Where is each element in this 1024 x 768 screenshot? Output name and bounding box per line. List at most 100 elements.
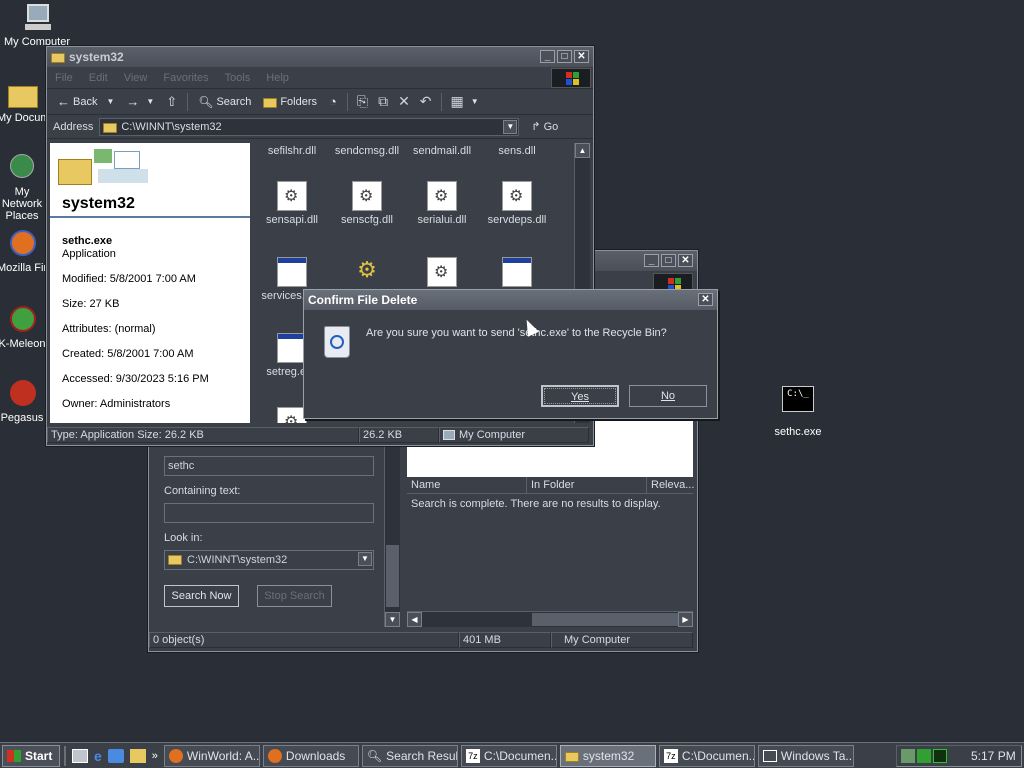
chevron-down-icon[interactable]: ▼ — [471, 97, 479, 106]
gears-file-icon: ⚙ — [357, 257, 377, 282]
explorer-icon[interactable] — [129, 748, 146, 763]
search-now-button[interactable]: Search Now — [164, 585, 239, 607]
file-item[interactable]: senscfg.dll — [329, 181, 405, 226]
dll-file-icon — [277, 181, 307, 211]
created-date: Created: 5/8/2001 7:00 AM — [62, 348, 194, 360]
yes-button[interactable]: Yes — [541, 385, 619, 407]
show-desktop-icon[interactable] — [72, 748, 88, 763]
minimize-button[interactable]: _ — [644, 254, 659, 267]
go-button[interactable]: ↱ Go — [527, 116, 562, 138]
file-item[interactable]: sendcmsg.dll — [329, 145, 405, 157]
left-pane-scrollbar[interactable]: ▼ — [384, 441, 400, 627]
delete-icon[interactable]: ✕ — [395, 93, 413, 110]
menu-view[interactable]: View — [124, 72, 148, 84]
dll-file-icon — [427, 181, 457, 211]
undo-icon[interactable]: ↶ — [417, 93, 435, 110]
clock[interactable]: 5:17 PM — [971, 749, 1016, 763]
scroll-down-arrow[interactable]: ▼ — [385, 612, 400, 627]
no-button[interactable]: No — [629, 385, 707, 407]
folder-icon — [103, 122, 118, 133]
look-in-select[interactable]: C:\WINNT\system32 ▼ — [164, 550, 374, 570]
minimize-button[interactable]: _ — [540, 50, 555, 63]
file-item[interactable]: sendmail.dll — [404, 145, 480, 157]
desktop-icon-k-meleon[interactable]: K-Meleon — [0, 304, 47, 350]
chevron-down-icon[interactable]: ▼ — [106, 97, 114, 106]
desktop-icon-my-computer[interactable]: My Computer — [0, 2, 77, 48]
file-item[interactable]: servdeps.dll — [479, 181, 555, 226]
file-item[interactable]: ⚙ — [329, 257, 405, 290]
move-to-icon[interactable]: ⎘ — [354, 93, 371, 110]
no-results-message: Search is complete. There are no results… — [411, 498, 661, 510]
file-item[interactable] — [404, 257, 480, 290]
taskbar-button-winworld[interactable]: WinWorld: A... — [163, 744, 260, 767]
scroll-left-arrow[interactable]: ◀ — [407, 612, 422, 627]
named-input[interactable]: sethc — [164, 456, 374, 476]
desktop-icon-firefox[interactable]: Mozilla Firefox — [0, 228, 47, 274]
close-button[interactable]: ✕ — [574, 50, 589, 63]
close-button[interactable]: ✕ — [678, 254, 693, 267]
results-header: Name In Folder Releva... — [407, 477, 694, 494]
internet-explorer-icon[interactable]: e — [94, 748, 102, 764]
dll-file-icon — [427, 257, 457, 287]
up-folder-button[interactable]: ⇧ — [162, 91, 181, 113]
cpu-usage-tray-icon[interactable] — [933, 749, 947, 763]
quicklaunch-separator — [64, 745, 66, 766]
folder-icon — [168, 555, 182, 565]
taskbar-button-task-manager[interactable]: Windows Ta... — [757, 744, 854, 767]
menu-edit[interactable]: Edit — [89, 72, 108, 84]
copy-to-icon[interactable]: ⧉ — [375, 93, 391, 110]
explorer-titlebar[interactable]: system32 _ □ ✕ — [47, 47, 593, 67]
chevron-down-icon[interactable]: ▼ — [503, 119, 518, 134]
containing-text-input[interactable] — [164, 503, 374, 523]
taskbar-button-system32[interactable]: system32 — [559, 744, 656, 767]
info-pane: system32 sethc.exe Application Modified:… — [50, 143, 250, 423]
search-icon: 🔍︎ — [366, 748, 383, 763]
outlook-express-icon[interactable] — [107, 748, 124, 763]
menu-favorites[interactable]: Favorites — [163, 72, 208, 84]
close-button[interactable]: ✕ — [698, 293, 713, 306]
views-icon[interactable]: ▦ — [448, 93, 467, 110]
file-item[interactable]: sens.dll — [479, 145, 555, 157]
results-hscrollbar[interactable]: ◀ ▶ — [407, 611, 693, 627]
file-item[interactable]: sensapi.dll — [254, 181, 330, 226]
file-item[interactable]: sefilshr.dll — [254, 145, 330, 157]
back-button[interactable]: ← Back ▼ — [53, 91, 118, 113]
column-relevance[interactable]: Releva... — [647, 477, 694, 493]
scroll-right-arrow[interactable]: ▶ — [678, 612, 693, 627]
maximize-button[interactable]: □ — [661, 254, 676, 267]
folders-button[interactable]: Folders — [259, 91, 321, 113]
file-item[interactable]: serialui.dll — [404, 181, 480, 226]
taskbar-button-documents-2[interactable]: 7z C:\Documen... — [658, 744, 755, 767]
taskbar-button-documents-1[interactable]: 7z C:\Documen... — [460, 744, 557, 767]
desktop-icon-pegasus[interactable]: Pegasus — [0, 378, 47, 424]
dialog-titlebar[interactable]: Confirm File Delete ✕ — [304, 290, 717, 310]
maximize-button[interactable]: □ — [557, 50, 572, 63]
go-arrow-icon: ↱ — [531, 121, 541, 133]
network-tray-icon[interactable] — [901, 749, 915, 763]
menu-tools[interactable]: Tools — [225, 72, 251, 84]
antivirus-tray-icon[interactable] — [917, 749, 931, 763]
column-in-folder[interactable]: In Folder — [527, 477, 647, 493]
forward-button[interactable]: → ▼ — [122, 91, 158, 113]
quicklaunch-more-icon[interactable]: » — [152, 750, 158, 762]
stop-search-button[interactable]: Stop Search — [257, 585, 332, 607]
taskbar-button-search-results[interactable]: 🔍︎ Search Results — [361, 744, 458, 767]
desktop-icon-my-documents[interactable]: My Documents — [0, 78, 47, 124]
search-button[interactable]: 🔍︎ Search — [194, 91, 255, 113]
menu-file[interactable]: File — [55, 72, 73, 84]
column-name[interactable]: Name — [407, 477, 527, 493]
network-globe-icon — [6, 152, 38, 184]
file-item[interactable] — [479, 257, 555, 290]
address-input[interactable]: C:\WINNT\system32 ▼ — [99, 117, 520, 136]
menu-help[interactable]: Help — [266, 72, 289, 84]
start-button[interactable]: Start — [2, 744, 60, 767]
scroll-up-arrow[interactable]: ▲ — [575, 143, 590, 158]
file-attributes: Attributes: (normal) — [62, 323, 156, 335]
address-label: Address — [53, 120, 94, 133]
history-button[interactable]: ◔ — [325, 91, 341, 113]
chevron-down-icon[interactable]: ▼ — [358, 552, 372, 566]
desktop-icon-sethc[interactable]: C:\_ sethc.exe — [758, 386, 838, 438]
chevron-down-icon[interactable]: ▼ — [146, 97, 154, 106]
desktop-icon-network-places[interactable]: My Network Places — [0, 152, 47, 222]
taskbar-button-downloads[interactable]: Downloads — [262, 744, 359, 767]
